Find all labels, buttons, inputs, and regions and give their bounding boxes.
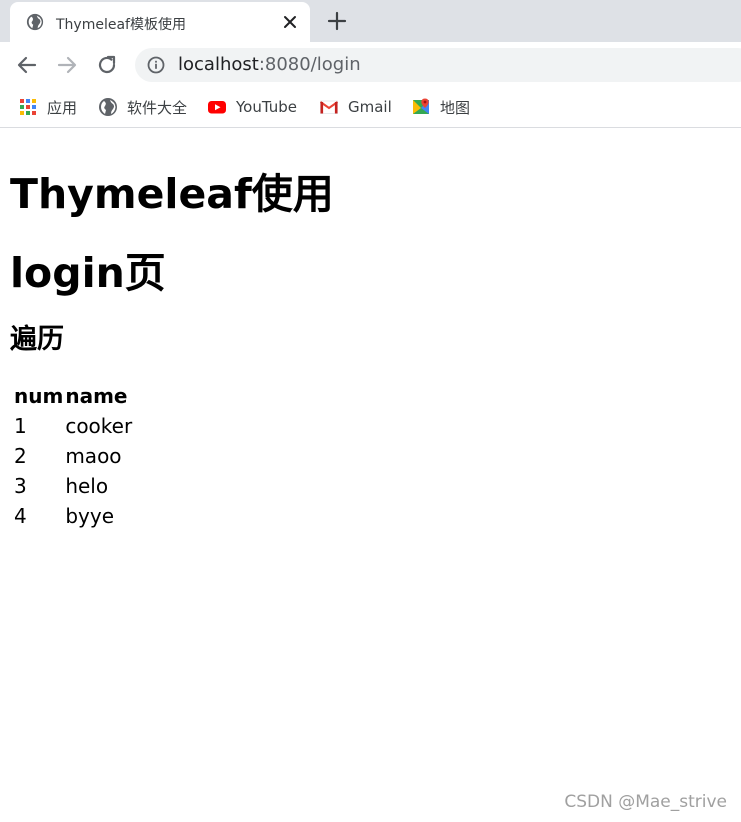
cell-num: 1 <box>14 414 27 438</box>
watermark: CSDN @Mae_strive <box>564 792 727 812</box>
table-row: 3 helo <box>14 472 132 500</box>
globe-icon <box>26 13 44 31</box>
page-content: Thymeleaf使用 login页 遍历 num name 1 cooker … <box>0 129 741 822</box>
info-icon[interactable] <box>147 56 165 74</box>
browser-tab[interactable]: Thymeleaf模板使用 <box>10 2 310 42</box>
forward-arrow-icon[interactable] <box>55 53 79 77</box>
page-heading-login: login页 <box>10 249 166 297</box>
youtube-icon <box>208 101 226 114</box>
column-header-name: name <box>65 384 128 408</box>
cell-name: helo <box>65 474 109 498</box>
url-text[interactable]: localhost:8080/login <box>178 54 361 75</box>
gmail-icon <box>319 100 339 114</box>
globe-icon <box>99 98 117 116</box>
tab-strip: Thymeleaf模板使用 <box>0 0 741 42</box>
bookmark-label: 地图 <box>440 98 471 117</box>
cell-name: cooker <box>65 414 133 438</box>
cell-name: maoo <box>65 444 122 468</box>
bookmark-label: YouTube <box>236 98 297 116</box>
bookmarks-bar: 应用 软件大全 YouTube Gmail 地图 <box>0 88 741 128</box>
section-heading-traverse: 遍历 <box>10 324 64 355</box>
cell-name: byye <box>65 504 114 528</box>
column-header-num: num <box>14 384 64 408</box>
table-row: 2 maoo <box>14 442 132 470</box>
url-host: localhost <box>178 54 259 75</box>
table-row: 1 cooker <box>14 412 132 440</box>
bookmark-gmail[interactable]: Gmail <box>319 96 392 118</box>
close-icon[interactable] <box>281 13 299 31</box>
tab-title: Thymeleaf模板使用 <box>56 17 186 33</box>
bookmark-software[interactable]: 软件大全 <box>98 96 187 118</box>
url-path: :8080/login <box>258 54 361 75</box>
bookmark-youtube[interactable]: YouTube <box>207 96 297 118</box>
reload-icon[interactable] <box>95 53 119 77</box>
new-tab-icon[interactable] <box>327 11 347 31</box>
bookmark-label: 软件大全 <box>127 98 188 117</box>
page-heading-main: Thymeleaf使用 <box>10 170 334 218</box>
bookmark-label: 应用 <box>47 98 78 117</box>
bookmark-apps[interactable]: 应用 <box>18 96 77 118</box>
bookmark-maps[interactable]: 地图 <box>411 96 470 118</box>
bookmark-label: Gmail <box>348 98 392 116</box>
maps-icon <box>413 98 429 114</box>
apps-grid-icon <box>20 99 36 115</box>
cell-num: 4 <box>14 504 27 528</box>
data-table: num name 1 cooker 2 maoo 3 helo 4 byye <box>12 380 134 532</box>
cell-num: 3 <box>14 474 27 498</box>
table-header-row: num name <box>14 382 132 410</box>
address-bar[interactable]: localhost:8080/login <box>135 48 741 82</box>
table-row: 4 byye <box>14 502 132 530</box>
cell-num: 2 <box>14 444 27 468</box>
back-arrow-icon[interactable] <box>15 53 39 77</box>
browser-toolbar: localhost:8080/login <box>0 42 741 88</box>
